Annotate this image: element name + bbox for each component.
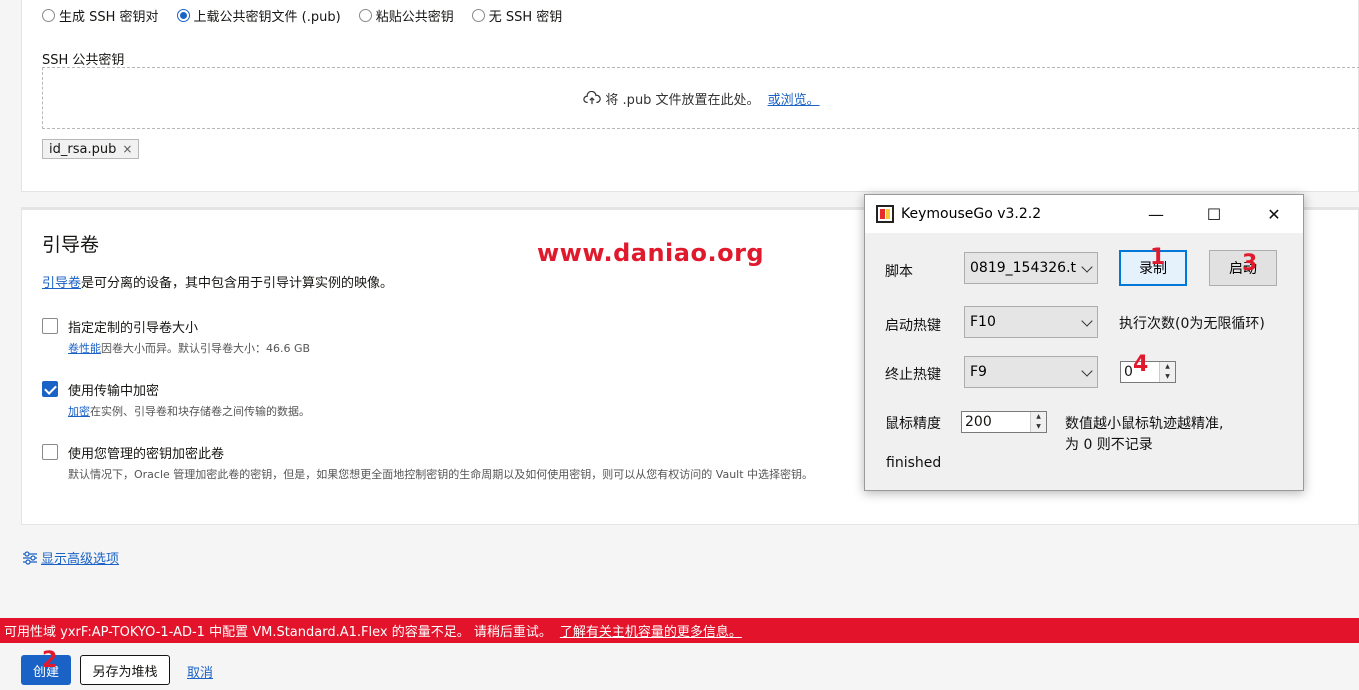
in-transit-encryption-option: 使用传输中加密 加密在实例、引导卷和块存储卷之间传输的数据。: [42, 380, 310, 419]
radio-paste-key[interactable]: 粘贴公共密钥: [358, 6, 454, 25]
start-hotkey-label: 启动热键: [885, 318, 941, 334]
mouse-precision-label: 鼠标精度: [885, 416, 941, 432]
annotation-4: 4: [1133, 352, 1149, 377]
spin-arrows-icon[interactable]: ▲ ▼: [1030, 412, 1046, 432]
chevron-down-icon: [1081, 365, 1093, 377]
remove-file-icon[interactable]: ×: [122, 142, 132, 156]
chevron-down-icon: [1081, 261, 1093, 273]
custom-boot-size-checkbox[interactable]: [42, 318, 58, 334]
radio-dot[interactable]: [471, 9, 485, 22]
error-message: 可用性域 yxrF:AP-TOKYO-1-AD-1 中配置 VM.Standar…: [4, 625, 552, 640]
spin-arrows-icon[interactable]: ▲ ▼: [1159, 362, 1175, 382]
host-capacity-info-link[interactable]: 了解有关主机容量的更多信息。: [560, 621, 742, 640]
option-label: 指定定制的引导卷大小: [68, 321, 199, 336]
close-icon[interactable]: ✕: [1245, 195, 1303, 233]
ssh-file-dropzone[interactable]: 将 .pub 文件放置在此处。 或浏览。: [42, 67, 1359, 129]
annotation-2: 2: [42, 648, 58, 673]
annotation-3: 3: [1242, 251, 1258, 276]
keymousego-app-icon: [876, 205, 894, 223]
option-help: 卷性能因卷大小而异。默认引导卷大小：46.6 GB: [68, 342, 311, 355]
option-label: 使用您管理的密钥加密此卷: [68, 447, 225, 462]
customer-managed-key-checkbox[interactable]: [42, 444, 58, 460]
section-title: 引导卷: [42, 234, 100, 256]
file-chip: id_rsa.pub ×: [42, 139, 140, 159]
keymousego-titlebar[interactable]: KeymouseGo v3.2.2 — ☐ ✕: [865, 195, 1303, 233]
show-advanced-options-link[interactable]: 显示高级选项: [22, 548, 119, 567]
sliders-icon: [23, 550, 37, 565]
maximize-icon[interactable]: ☐: [1185, 195, 1243, 233]
precision-hint-line2: 为 0 则不记录: [1065, 437, 1153, 453]
radio-dot[interactable]: [42, 9, 55, 22]
section-description: 引导卷是可分离的设备，其中包含用于引导计算实例的映像。: [42, 276, 394, 291]
encryption-link[interactable]: 加密: [68, 405, 90, 418]
option-label: 使用传输中加密: [68, 384, 160, 399]
chevron-down-icon: [1081, 315, 1093, 327]
option-help: 加密在实例、引导卷和块存储卷之间传输的数据。: [68, 405, 310, 418]
start-hotkey-select[interactable]: F10: [964, 306, 1098, 338]
mouse-precision-spinbox[interactable]: 200 ▲ ▼: [961, 411, 1047, 433]
keymousego-title: KeymouseGo v3.2.2: [901, 206, 1042, 222]
ssh-key-radio-group: 生成 SSH 密钥对 上载公共密钥文件 (.pub) 粘贴公共密钥 无 SSH …: [42, 6, 562, 25]
precision-hint-line1: 数值越小鼠标轨迹越精准,: [1065, 416, 1224, 432]
radio-dot[interactable]: [176, 9, 190, 22]
customer-managed-key-option: 使用您管理的密钥加密此卷 默认情况下，Oracle 管理加密此卷的密钥，但是，如…: [42, 443, 813, 482]
in-transit-encryption-checkbox[interactable]: [42, 381, 58, 397]
stop-hotkey-label: 终止热键: [885, 367, 941, 383]
boot-volume-link[interactable]: 引导卷: [42, 276, 81, 291]
radio-dot[interactable]: [358, 9, 372, 22]
stop-hotkey-select[interactable]: F9: [964, 356, 1098, 388]
save-as-stack-button[interactable]: 另存为堆栈: [80, 655, 170, 685]
minimize-icon[interactable]: —: [1127, 195, 1185, 233]
cancel-link[interactable]: 取消: [187, 662, 213, 681]
script-label: 脚本: [885, 264, 913, 280]
custom-boot-size-option: 指定定制的引导卷大小 卷性能因卷大小而异。默认引导卷大小：46.6 GB: [42, 317, 310, 356]
radio-generate-ssh[interactable]: 生成 SSH 密钥对: [42, 6, 159, 25]
watermark-text: www.daniao.org: [537, 239, 765, 267]
script-select[interactable]: 0819_154326.t: [964, 252, 1098, 284]
radio-upload-pub[interactable]: 上载公共密钥文件 (.pub): [176, 6, 341, 25]
capacity-error-banner: 可用性域 yxrF:AP-TOKYO-1-AD-1 中配置 VM.Standar…: [0, 618, 1359, 643]
exec-count-label: 执行次数(0为无限循环): [1119, 316, 1265, 332]
keymousego-window: KeymouseGo v3.2.2 — ☐ ✕ 脚本 0819_154326.t…: [864, 194, 1304, 491]
status-text: finished: [886, 455, 942, 471]
volume-performance-link[interactable]: 卷性能: [68, 342, 101, 355]
option-help: 默认情况下，Oracle 管理加密此卷的密钥，但是，如果您想更全面地控制密钥的生…: [68, 468, 814, 481]
ssh-public-key-label: SSH 公共密钥: [42, 53, 125, 68]
annotation-1: 1: [1150, 245, 1166, 270]
ssh-key-section: 生成 SSH 密钥对 上载公共密钥文件 (.pub) 粘贴公共密钥 无 SSH …: [21, 0, 1359, 192]
browse-link[interactable]: 或浏览。: [768, 89, 820, 108]
dropzone-text: 将 .pub 文件放置在此处。: [605, 92, 760, 108]
file-chip-name: id_rsa.pub: [49, 141, 117, 157]
radio-no-ssh[interactable]: 无 SSH 密钥: [471, 6, 562, 25]
cloud-upload-icon: [583, 91, 602, 105]
